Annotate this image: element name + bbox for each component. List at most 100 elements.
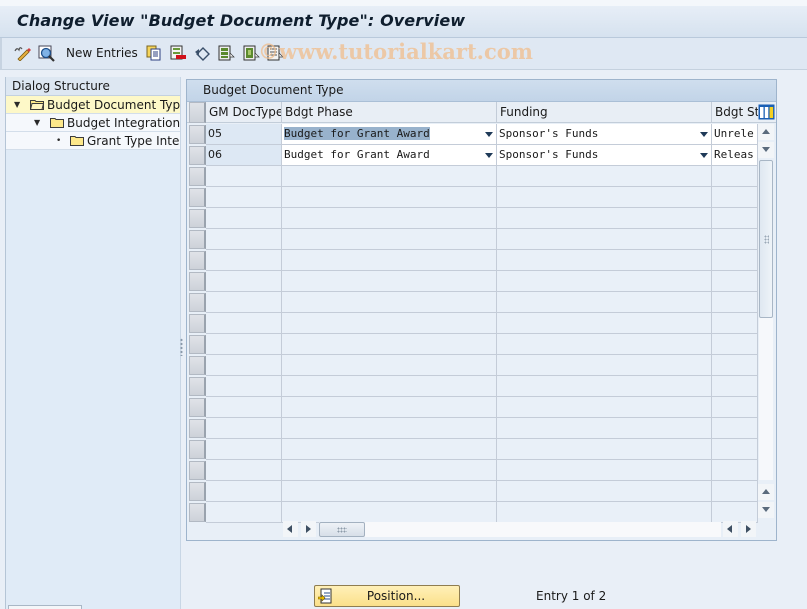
scroll-down-button[interactable] [758, 142, 774, 158]
table-row [187, 439, 758, 460]
select-all-icon[interactable] [217, 44, 235, 62]
expand-arrow-icon[interactable]: ▼ [14, 96, 20, 113]
row-selector-button[interactable] [189, 335, 206, 354]
row-selector-button[interactable] [189, 503, 206, 522]
scroll-left-button[interactable] [283, 521, 298, 537]
cell-phase [282, 481, 497, 502]
row-selector-button[interactable] [189, 293, 206, 312]
details-icon[interactable] [38, 44, 56, 62]
new-entries-button[interactable]: New Entries [66, 44, 138, 62]
row-selector-button[interactable] [189, 230, 206, 249]
scroll-page-up-button[interactable] [758, 484, 774, 500]
cell-doc-type [206, 502, 282, 523]
table-row [187, 355, 758, 376]
cell-funding [497, 376, 712, 397]
cell-doc-type [206, 208, 282, 229]
arrow-down-icon [762, 147, 770, 152]
row-selector-button[interactable] [189, 125, 206, 144]
delete-icon[interactable] [169, 44, 187, 62]
dropdown-arrow-icon[interactable] [485, 132, 493, 137]
cell-status[interactable]: Unrele [712, 124, 758, 145]
dropdown-arrow-icon[interactable] [700, 153, 708, 158]
row-selector-button[interactable] [189, 377, 206, 396]
tree-item-grant-type-interface[interactable]: • Grant Type Inter [6, 132, 180, 150]
cell-status [712, 418, 758, 439]
cell-phase[interactable]: Budget for Grant Award [282, 124, 497, 145]
cell-phase [282, 334, 497, 355]
cell-funding [497, 166, 712, 187]
row-selector-button[interactable] [189, 461, 206, 480]
arrow-up-icon [762, 489, 770, 494]
cell-phase [282, 418, 497, 439]
row-selector-button[interactable] [189, 440, 206, 459]
table-row [187, 502, 758, 523]
scroll-thumb[interactable] [759, 160, 773, 318]
table-row [187, 250, 758, 271]
row-selector-button[interactable] [189, 251, 206, 270]
select-all-rows-button[interactable] [189, 102, 206, 123]
column-header-gm-doctype[interactable]: GM DocType [206, 102, 282, 123]
display-change-icon[interactable] [13, 44, 31, 62]
row-selector-button[interactable] [189, 188, 206, 207]
expand-arrow-icon[interactable]: ▼ [34, 114, 40, 131]
cell-value: Budget for Grant Award [284, 148, 430, 161]
row-selector-button[interactable] [189, 272, 206, 291]
cell-status [712, 502, 758, 523]
dropdown-arrow-icon[interactable] [485, 153, 493, 158]
position-button[interactable]: Position... [314, 585, 460, 607]
scroll-up-button[interactable] [758, 124, 774, 140]
row-selector-button[interactable] [189, 167, 206, 186]
cell-status [712, 376, 758, 397]
cell-funding [497, 250, 712, 271]
table-row [187, 376, 758, 397]
row-selector-button[interactable] [189, 398, 206, 417]
scroll-thumb[interactable] [319, 522, 365, 537]
cell-doc-type [206, 292, 282, 313]
cell-doc-type [206, 187, 282, 208]
cell-doc-type[interactable]: 05 [206, 124, 282, 145]
table-settings-icon[interactable] [758, 104, 775, 120]
arrow-up-icon [762, 129, 770, 134]
select-block-icon[interactable] [242, 44, 260, 62]
cell-doc-type[interactable]: 06 [206, 145, 282, 166]
scroll-track[interactable] [319, 522, 721, 537]
scroll-column-right-button[interactable] [741, 521, 756, 537]
splitter-handle[interactable] [180, 338, 183, 356]
row-selector-button[interactable] [189, 356, 206, 375]
undo-change-icon[interactable] [193, 44, 211, 62]
scroll-page-down-button[interactable] [758, 502, 774, 518]
cell-funding[interactable]: Sponsor's Funds [497, 145, 712, 166]
copy-as-icon[interactable] [145, 44, 163, 62]
horizontal-scrollbar[interactable] [283, 521, 767, 537]
dropdown-arrow-icon[interactable] [700, 132, 708, 137]
cell-status[interactable]: Releas [712, 145, 758, 166]
cell-status [712, 166, 758, 187]
scroll-right-button[interactable] [301, 521, 316, 537]
column-header-bdgt-phase[interactable]: Bdgt Phase [282, 102, 497, 123]
column-header-bdgt-status[interactable]: Bdgt St [712, 102, 758, 123]
tree-item-budget-document-type[interactable]: ▼ Budget Document Type [6, 96, 180, 114]
table-row [187, 208, 758, 229]
cell-phase[interactable]: Budget for Grant Award [282, 145, 497, 166]
row-selector-button[interactable] [189, 482, 206, 501]
scroll-column-left-button[interactable] [723, 521, 738, 537]
cell-doc-type [206, 250, 282, 271]
row-selector-button[interactable] [189, 314, 206, 333]
cell-doc-type [206, 355, 282, 376]
vertical-scrollbar[interactable] [758, 124, 775, 520]
row-selector-button[interactable] [189, 419, 206, 438]
deselect-all-icon[interactable] [266, 44, 284, 62]
tree-item-budget-integration[interactable]: ▼ Budget Integration t [6, 114, 180, 132]
row-selector-button[interactable] [189, 146, 206, 165]
table-row [187, 166, 758, 187]
cell-funding[interactable]: Sponsor's Funds [497, 124, 712, 145]
cell-funding [497, 229, 712, 250]
cell-funding [497, 271, 712, 292]
cell-funding [497, 334, 712, 355]
row-selector-button[interactable] [189, 209, 206, 228]
cell-phase [282, 460, 497, 481]
table-row: 05 Budget for Grant Award Sponsor's Funds U… [187, 124, 758, 145]
cell-doc-type [206, 418, 282, 439]
column-header-funding[interactable]: Funding [497, 102, 712, 123]
cell-value: 06 [208, 148, 222, 161]
